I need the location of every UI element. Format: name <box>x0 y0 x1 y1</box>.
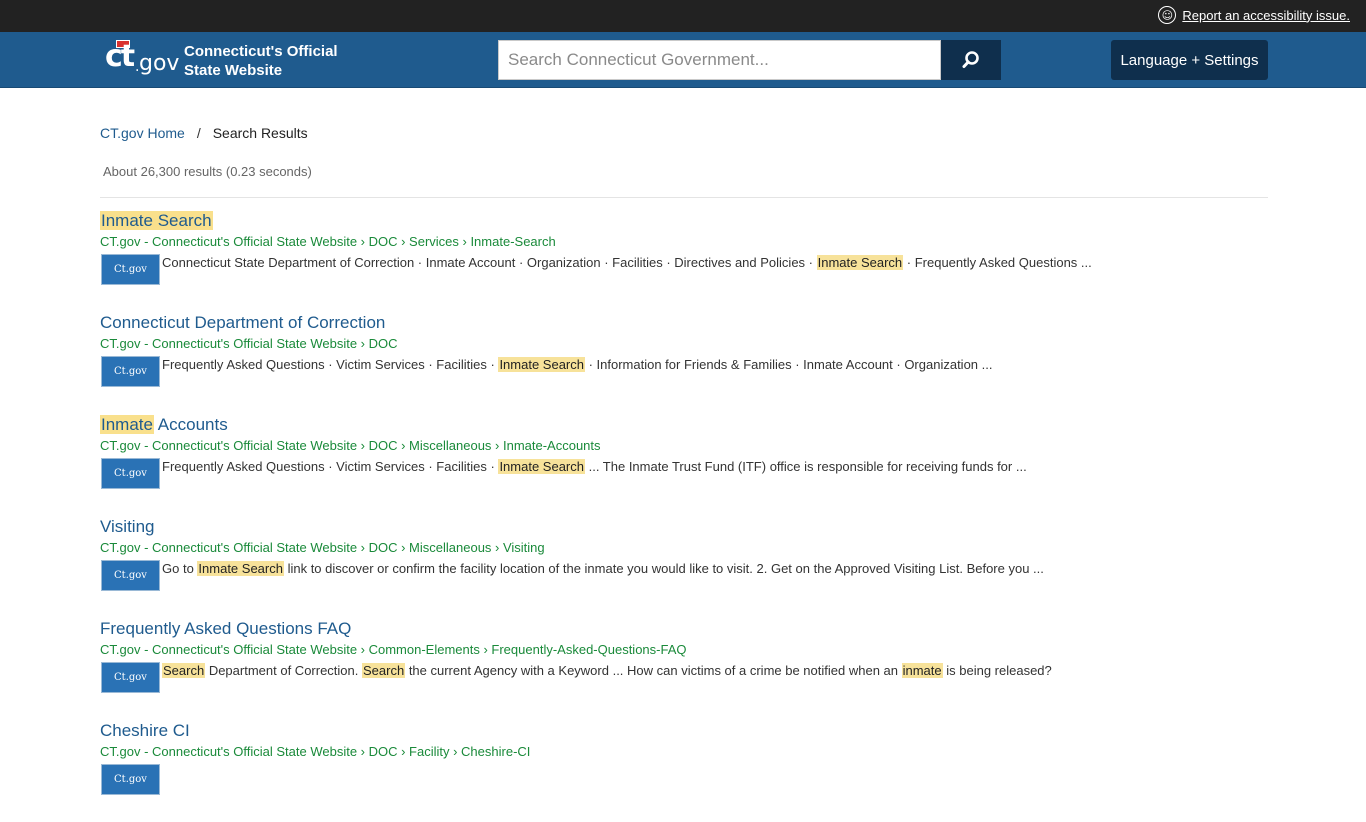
site-title-line1: Connecticut's Official <box>184 43 338 60</box>
search-results-list: Inmate Search CT.gov - Connecticut's Offi… <box>100 210 1268 822</box>
result-title-link[interactable]: Visiting <box>100 517 155 537</box>
accessibility-icon: ☺ <box>1158 6 1177 24</box>
result-thumbnail[interactable]: Ct.gov <box>101 560 160 591</box>
text-segment: Visiting <box>100 517 155 536</box>
result-url: CT.gov - Connecticut's Official State We… <box>100 438 601 453</box>
search-button[interactable] <box>941 40 1001 80</box>
highlighted-term: Inmate Search <box>816 255 904 270</box>
language-settings-button[interactable]: Language + Settings <box>1111 40 1268 80</box>
text-segment: Cheshire CI <box>100 721 190 740</box>
breadcrumb-separator: / <box>196 125 201 141</box>
search-result: Visiting CT.gov - Connecticut's Official … <box>100 516 1268 618</box>
text-segment: Frequently Asked Questions · Victim Serv… <box>162 357 499 372</box>
result-snippet: Search Department of Correction. Search … <box>162 663 1052 678</box>
site-title-line2: State Website <box>184 62 283 79</box>
result-snippet: Go to Inmate Search link to discover or … <box>162 561 1044 576</box>
highlighted-term: Inmate Search <box>197 561 284 576</box>
result-thumbnail[interactable]: Ct.gov <box>101 356 160 387</box>
highlighted-term: Inmate Search <box>498 459 585 474</box>
search-result: Cheshire CI CT.gov - Connecticut's Offici… <box>100 720 1268 822</box>
result-title-link[interactable]: Cheshire CI <box>100 721 190 741</box>
highlighted-term: Inmate Search <box>498 357 585 372</box>
highlighted-term: Inmate <box>100 415 154 434</box>
result-title-link[interactable]: Frequently Asked Questions FAQ <box>100 619 351 639</box>
result-thumbnail[interactable]: Ct.gov <box>101 458 160 489</box>
text-segment: the current Agency with a Keyword ... Ho… <box>405 663 902 678</box>
result-url: CT.gov - Connecticut's Official State We… <box>100 642 687 657</box>
search-input[interactable] <box>498 40 941 80</box>
result-title-link[interactable]: Inmate Search <box>100 211 213 231</box>
result-url: CT.gov - Connecticut's Official State We… <box>100 336 398 351</box>
highlighted-term: Search <box>362 663 406 678</box>
accessibility-report[interactable]: ☺ Report an accessibility issue. <box>1158 6 1350 24</box>
text-segment: is being released? <box>942 663 1052 678</box>
result-title-link[interactable]: Connecticut Department of Correction <box>100 313 385 333</box>
ct-gov-logo[interactable]: ct . gov <box>105 39 179 80</box>
text-segment: Connecticut Department of Correction <box>100 313 386 332</box>
breadcrumb-current: Search Results <box>212 125 308 141</box>
result-url: CT.gov - Connecticut's Official State We… <box>100 234 556 249</box>
text-segment: Connecticut State Department of Correcti… <box>162 255 817 270</box>
breadcrumb-home-link[interactable]: CT.gov Home <box>100 125 185 141</box>
text-segment: · Information for Friends & Families · I… <box>584 357 993 372</box>
site-header: ct . gov Connecticut's Official State We… <box>0 32 1366 88</box>
logo-ct-text: ct <box>105 39 135 74</box>
search-result: Frequently Asked Questions FAQ CT.gov - C… <box>100 618 1268 720</box>
search-icon <box>962 51 979 68</box>
search-result: Connecticut Department of Correction CT.g… <box>100 312 1268 414</box>
breadcrumb: CT.gov Home / Search Results <box>100 125 308 141</box>
text-segment: Go to <box>162 561 198 576</box>
accessibility-report-link[interactable]: Report an accessibility issue. <box>1182 8 1350 23</box>
text-segment: ... The Inmate Trust Fund (ITF) office i… <box>584 459 1027 474</box>
result-thumbnail[interactable]: Ct.gov <box>101 764 160 795</box>
highlighted-term: Inmate Search <box>100 211 213 230</box>
site-title[interactable]: Connecticut's Official State Website <box>184 42 338 80</box>
result-thumbnail[interactable]: Ct.gov <box>101 254 160 285</box>
result-url: CT.gov - Connecticut's Official State We… <box>100 540 545 555</box>
text-segment: Accounts <box>153 415 228 434</box>
text-segment: link to discover or confirm the facility… <box>283 561 1044 576</box>
results-divider <box>100 197 1268 198</box>
text-segment: Department of Correction. <box>205 663 362 678</box>
search-result: Inmate Search CT.gov - Connecticut's Offi… <box>100 210 1268 312</box>
text-segment: · Frequently Asked Questions ... <box>903 255 1092 270</box>
result-snippet: Frequently Asked Questions · Victim Serv… <box>162 357 992 372</box>
result-thumbnail[interactable]: Ct.gov <box>101 662 160 693</box>
highlighted-term: Search <box>162 663 206 678</box>
search-result: Inmate Accounts CT.gov - Connecticut's Of… <box>100 414 1268 516</box>
result-snippet: Connecticut State Department of Correcti… <box>162 255 1092 270</box>
result-url: CT.gov - Connecticut's Official State We… <box>100 744 531 759</box>
result-title-link[interactable]: Inmate Accounts <box>100 415 228 435</box>
logo-gov-text: gov <box>139 51 180 76</box>
text-segment: Frequently Asked Questions · Victim Serv… <box>162 459 499 474</box>
results-count: About 26,300 results (0.23 seconds) <box>103 164 312 179</box>
text-segment: Frequently Asked Questions FAQ <box>100 619 352 638</box>
top-utility-bar: ☺ Report an accessibility issue. <box>0 0 1366 32</box>
result-snippet: Frequently Asked Questions · Victim Serv… <box>162 459 1027 474</box>
highlighted-term: inmate <box>901 663 943 678</box>
